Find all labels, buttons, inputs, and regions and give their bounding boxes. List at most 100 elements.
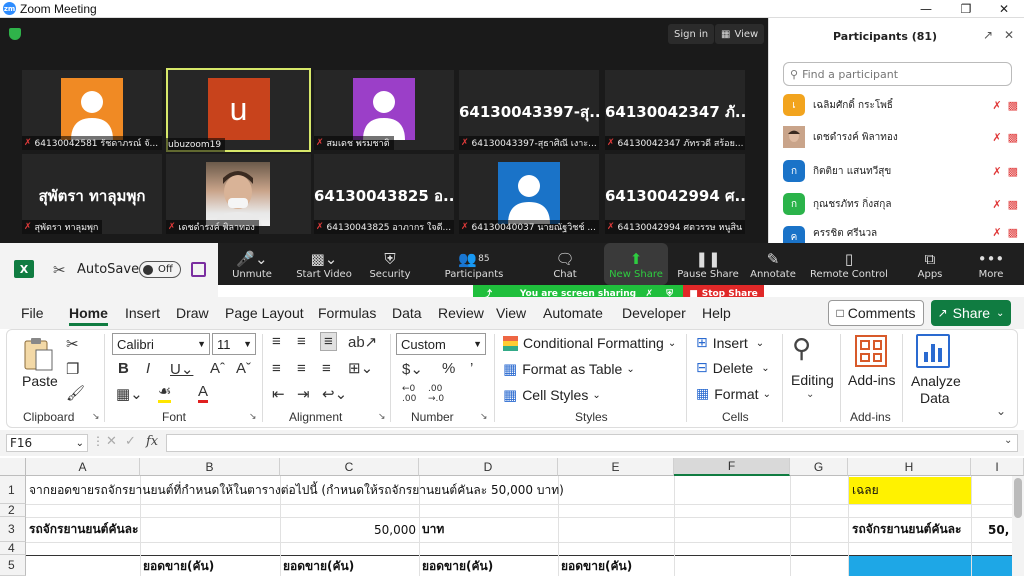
- font-color-icon[interactable]: A: [198, 384, 209, 403]
- encryption-shield-icon[interactable]: [9, 28, 21, 40]
- close-panel-icon[interactable]: ✕: [1004, 28, 1014, 42]
- row-header[interactable]: 3: [0, 517, 26, 542]
- video-tile[interactable]: 64130042994 ศ... ✗ 64130042994 ศตวรรษ หนู…: [605, 154, 745, 234]
- view-button[interactable]: ▦ View: [715, 24, 765, 44]
- tab-review[interactable]: Review: [438, 305, 484, 321]
- popout-icon[interactable]: ↗: [983, 28, 993, 42]
- participant-search-input[interactable]: ⚲ Find a participant: [783, 62, 1012, 86]
- annotate-button[interactable]: ✎ Annotate: [750, 243, 796, 285]
- decrease-decimal-icon[interactable]: .00 →.0: [428, 384, 444, 404]
- sign-in-button[interactable]: Sign in: [668, 24, 715, 44]
- video-tile-active-speaker[interactable]: u ubuzoom19: [166, 68, 311, 152]
- minimize-button[interactable]: —: [906, 0, 946, 18]
- column-header[interactable]: H: [848, 458, 971, 476]
- cell-b5[interactable]: ยอดขาย(คัน): [143, 556, 214, 576]
- analyze-data-icon[interactable]: [916, 334, 950, 368]
- editing-button[interactable]: Editing: [791, 372, 834, 388]
- cell-c5[interactable]: ยอดขาย(คัน): [283, 556, 354, 576]
- video-tile[interactable]: ✗ สมเดช พรมชาติ: [314, 70, 454, 150]
- row-header[interactable]: 4: [0, 541, 26, 555]
- tab-data[interactable]: Data: [392, 305, 422, 321]
- paste-button[interactable]: [22, 336, 54, 372]
- chat-button[interactable]: 🗨 Chat: [546, 243, 584, 285]
- format-cells-button[interactable]: ▦ Format ⌄: [696, 386, 771, 402]
- formula-input[interactable]: [166, 434, 1018, 452]
- decrease-font-icon[interactable]: Aˇ: [236, 360, 251, 377]
- tab-file[interactable]: File: [21, 305, 44, 321]
- column-header[interactable]: G: [790, 458, 848, 476]
- column-header[interactable]: E: [558, 458, 674, 476]
- column-header[interactable]: A: [26, 458, 140, 476]
- orientation-icon[interactable]: ab↗: [348, 333, 377, 351]
- column-header[interactable]: I: [971, 458, 1024, 476]
- decrease-indent-icon[interactable]: ⇤: [272, 385, 285, 403]
- number-format-select[interactable]: Custom ▼: [396, 333, 486, 355]
- tab-home[interactable]: Home: [69, 305, 108, 326]
- cell-h3[interactable]: รถจักรยานยนต์คันละ: [852, 517, 961, 542]
- tab-developer[interactable]: Developer: [622, 305, 686, 321]
- comma-style-icon[interactable]: ’: [470, 360, 473, 377]
- tab-formulas[interactable]: Formulas: [318, 305, 376, 321]
- comments-button[interactable]: □ Comments: [828, 300, 924, 326]
- align-bottom-icon[interactable]: ≡: [320, 332, 337, 351]
- new-share-button[interactable]: ⬆ New Share: [604, 243, 668, 285]
- more-button[interactable]: ••• More: [974, 243, 1008, 285]
- video-tile[interactable]: 64130043397-สุ... ✗ 64130043397-สุธาศิณี …: [459, 70, 599, 150]
- font-size-select[interactable]: 11 ▼: [212, 333, 256, 355]
- row-header[interactable]: 5: [0, 555, 26, 576]
- participant-row[interactable]: ค ครรชิต ศรีนวล ✗ ▩: [783, 222, 1018, 243]
- merge-center-icon[interactable]: ⊞⌄: [348, 359, 373, 377]
- cell-a1[interactable]: จากยอดขายรถจักรยานยนต์ที่กำหนดให้ในตาราง…: [29, 476, 564, 504]
- video-tile[interactable]: ✗ 64130040037 นายณัฐวิชช์ ...: [459, 154, 599, 234]
- row-header[interactable]: 1: [0, 476, 26, 504]
- cell-i3[interactable]: 50,: [988, 517, 1009, 542]
- video-tile[interactable]: ✗ 64130042581 รัชดาภรณ์ จั...: [22, 70, 162, 150]
- tab-insert[interactable]: Insert: [125, 305, 160, 321]
- collapse-ribbon-icon[interactable]: ⌄: [996, 404, 1006, 418]
- cell-e5[interactable]: ยอดขาย(คัน): [561, 556, 632, 576]
- dialog-launcher-icon[interactable]: ↘: [92, 412, 100, 422]
- dialog-launcher-icon[interactable]: ↘: [378, 412, 386, 422]
- delete-cells-button[interactable]: ⊟ Delete ⌄: [696, 360, 770, 376]
- participant-row[interactable]: เดชดำรงค์ พิลาทอง ✗ ▩: [783, 122, 1018, 152]
- cell-h1[interactable]: เฉลย: [852, 476, 879, 504]
- cell-d3[interactable]: บาท: [422, 517, 444, 542]
- wrap-text-icon[interactable]: ↩⌄: [322, 385, 347, 403]
- column-header[interactable]: C: [280, 458, 419, 476]
- column-header-selected[interactable]: F: [674, 458, 790, 476]
- column-header[interactable]: D: [419, 458, 558, 476]
- analyze-data-button[interactable]: Analyze: [911, 373, 961, 389]
- increase-indent-icon[interactable]: ⇥: [297, 385, 310, 403]
- name-box[interactable]: F16 ⌄: [6, 434, 88, 452]
- cell-d5[interactable]: ยอดขาย(คัน): [422, 556, 493, 576]
- format-as-table-button[interactable]: ▦ Format as Table ⌄: [503, 360, 635, 378]
- pause-share-button[interactable]: ❚❚ Pause Share: [677, 243, 738, 285]
- increase-font-icon[interactable]: Aˆ: [210, 360, 225, 377]
- italic-icon[interactable]: I: [146, 360, 150, 377]
- expand-formula-icon[interactable]: ⌄: [1004, 435, 1012, 446]
- underline-icon[interactable]: U⌄: [170, 360, 193, 378]
- enter-icon[interactable]: ✓: [125, 434, 136, 449]
- align-middle-icon[interactable]: ≡: [297, 333, 306, 350]
- video-tile[interactable]: ✗ เดชดำรงค์ พิลาทอง: [166, 154, 311, 234]
- align-right-icon[interactable]: ≡: [322, 360, 331, 377]
- bold-icon[interactable]: B: [118, 360, 129, 377]
- participants-button[interactable]: 👥85 Participants: [444, 243, 504, 285]
- participant-row[interactable]: ก กุณชรภัทร กิ่งสกุล ✗ ▩: [783, 189, 1018, 219]
- participant-row[interactable]: เ เฉลิมศักดิ์ กระโพธิ์ ✗ ▩: [783, 90, 1018, 120]
- touch-mode-icon[interactable]: ✂: [53, 261, 66, 279]
- participant-row[interactable]: ก กิตติยา แสนทวีสุข ✗ ▩: [783, 156, 1018, 186]
- insert-cells-button[interactable]: ⊞ Insert ⌄: [696, 335, 764, 351]
- copy-icon[interactable]: ❐: [66, 360, 79, 378]
- align-left-icon[interactable]: ≡: [272, 360, 281, 377]
- apps-button[interactable]: ⧉ Apps: [912, 243, 948, 285]
- video-tile[interactable]: สุพัตรา ทาลุมพุก ✗ สุพัตรา ทาลุมพุก: [22, 154, 162, 234]
- currency-icon[interactable]: $⌄: [402, 360, 423, 378]
- cell-styles-button[interactable]: ▦ Cell Styles ⌄: [503, 386, 601, 404]
- format-painter-icon[interactable]: 🖌: [66, 384, 85, 402]
- remote-control-button[interactable]: ▯ Remote Control: [810, 243, 888, 285]
- column-header[interactable]: B: [140, 458, 280, 476]
- addins-button[interactable]: Add-ins: [848, 372, 895, 388]
- percent-icon[interactable]: %: [442, 360, 455, 377]
- borders-icon[interactable]: ▦⌄: [116, 385, 143, 403]
